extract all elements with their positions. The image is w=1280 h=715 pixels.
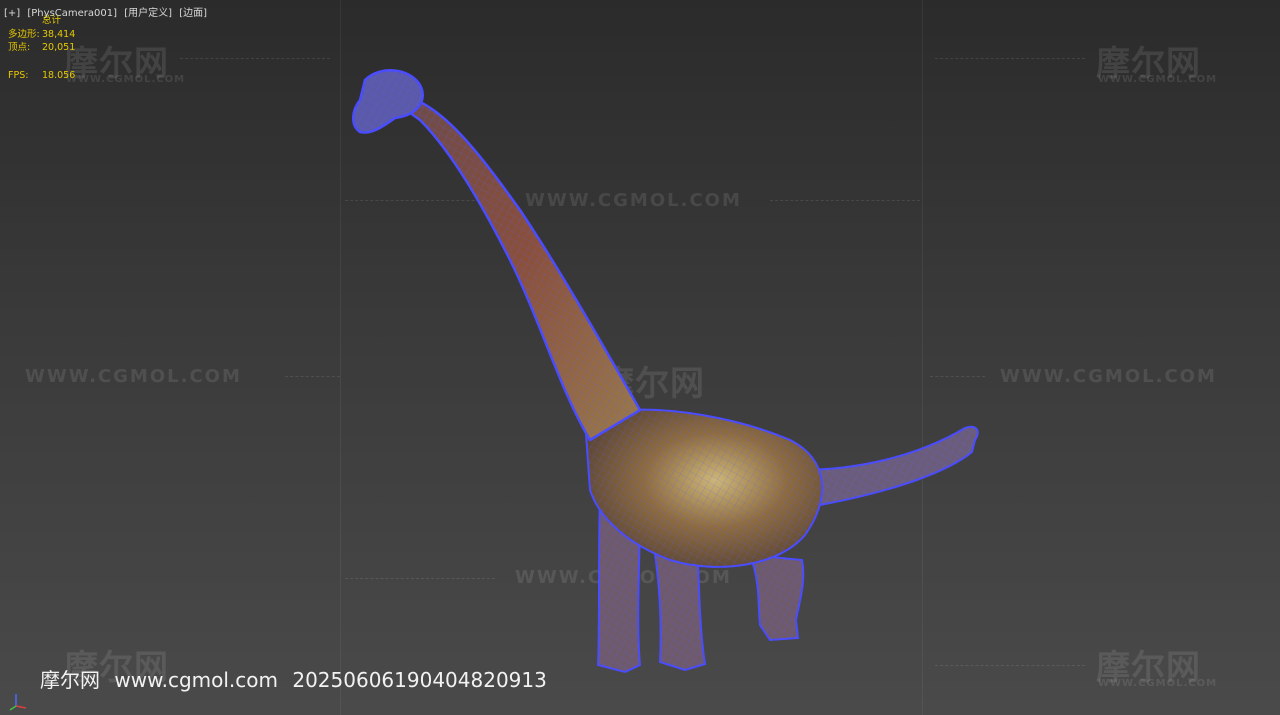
stats-row-polygons: 多边形: 38,414 (8, 28, 75, 42)
footer-watermark: 摩尔网 www.cgmol.com 20250606190404820913 (40, 664, 555, 693)
stats-header: 总计 (42, 15, 62, 26)
axis-gizmo-icon (9, 694, 27, 711)
shading-preset-selector[interactable]: [用户定义] (124, 8, 172, 19)
display-mode-selector[interactable]: [边面] (179, 8, 207, 19)
stats-row-vertices: 顶点: 20,051 (8, 41, 75, 55)
stats-label: 多边形: (8, 28, 40, 40)
scene-statistics: 总计 多边形: 38,414 顶点: 20,051 FPS: 18.056 (8, 14, 75, 82)
stats-value: 20,051 (42, 42, 76, 53)
footer-site: www.cgmol.com (114, 668, 278, 692)
stats-label: FPS: (8, 69, 29, 81)
footer-brand: 摩尔网 (40, 668, 100, 692)
stats-value: 38,414 (42, 28, 76, 40)
3d-viewport[interactable]: 摩尔网 WWW.CGMOL.COM 摩尔网 WWW.CGMOL.COM WWW.… (0, 0, 1280, 715)
stats-value: 18.056 (42, 69, 76, 81)
stats-label: 顶点: (8, 42, 31, 53)
stats-row-fps: FPS: 18.056 (8, 69, 75, 83)
brachiosaurus-wireframe-model[interactable] (0, 0, 1280, 715)
footer-id: 20250606190404820913 (292, 668, 547, 692)
